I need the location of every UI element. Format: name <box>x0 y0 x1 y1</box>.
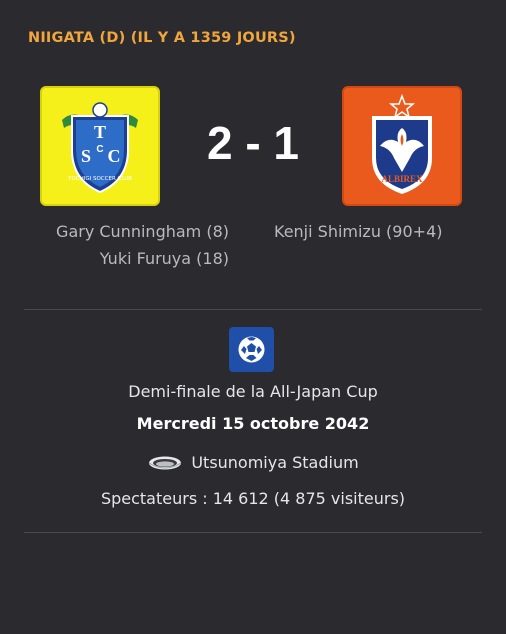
section-divider <box>24 532 482 533</box>
match-date: Mercredi 15 octobre 2042 <box>136 414 370 433</box>
stadium-icon <box>147 454 183 472</box>
away-scorer: Kenji Shimizu (90+4) <box>274 222 443 241</box>
competition-name: Demi-finale de la All-Japan Cup <box>128 382 378 401</box>
home-team-badge[interactable]: T S C C TOCHIGI SOCCER CLUB <box>40 86 160 206</box>
svg-text:C: C <box>96 144 103 155</box>
home-scorer: Yuki Furuya (18) <box>99 249 229 268</box>
venue-name: Utsunomiya Stadium <box>191 453 359 472</box>
section-divider <box>24 309 482 310</box>
venue-row: Utsunomiya Stadium <box>0 452 506 472</box>
svg-text:ALBIREX: ALBIREX <box>381 174 423 184</box>
final-score: 2 - 1 <box>206 117 300 169</box>
all-japan-cup-icon[interactable] <box>229 327 274 372</box>
away-team-badge[interactable]: ALBIREX <box>342 86 462 206</box>
svg-text:TOCHIGI SOCCER CLUB: TOCHIGI SOCCER CLUB <box>67 176 132 182</box>
svg-text:T: T <box>94 122 106 142</box>
match-result-panel: NIIGATA (D) (IL Y A 1359 JOURS) T S C C … <box>0 0 506 634</box>
tochigi-sc-crest-icon: T S C C TOCHIGI SOCCER CLUB <box>62 102 138 194</box>
svg-text:S: S <box>81 146 91 166</box>
match-header: NIIGATA (D) (IL Y A 1359 JOURS) <box>28 30 296 46</box>
attendance: Spectateurs : 14 612 (4 875 visiteurs) <box>100 489 406 508</box>
svg-text:C: C <box>108 146 121 166</box>
home-scorer: Gary Cunningham (8) <box>56 222 229 241</box>
albirex-niigata-crest-icon: ALBIREX <box>372 93 432 194</box>
home-scorers-list: Gary Cunningham (8) Yuki Furuya (18) <box>56 218 229 272</box>
away-scorers-list: Kenji Shimizu (90+4) <box>274 218 442 245</box>
